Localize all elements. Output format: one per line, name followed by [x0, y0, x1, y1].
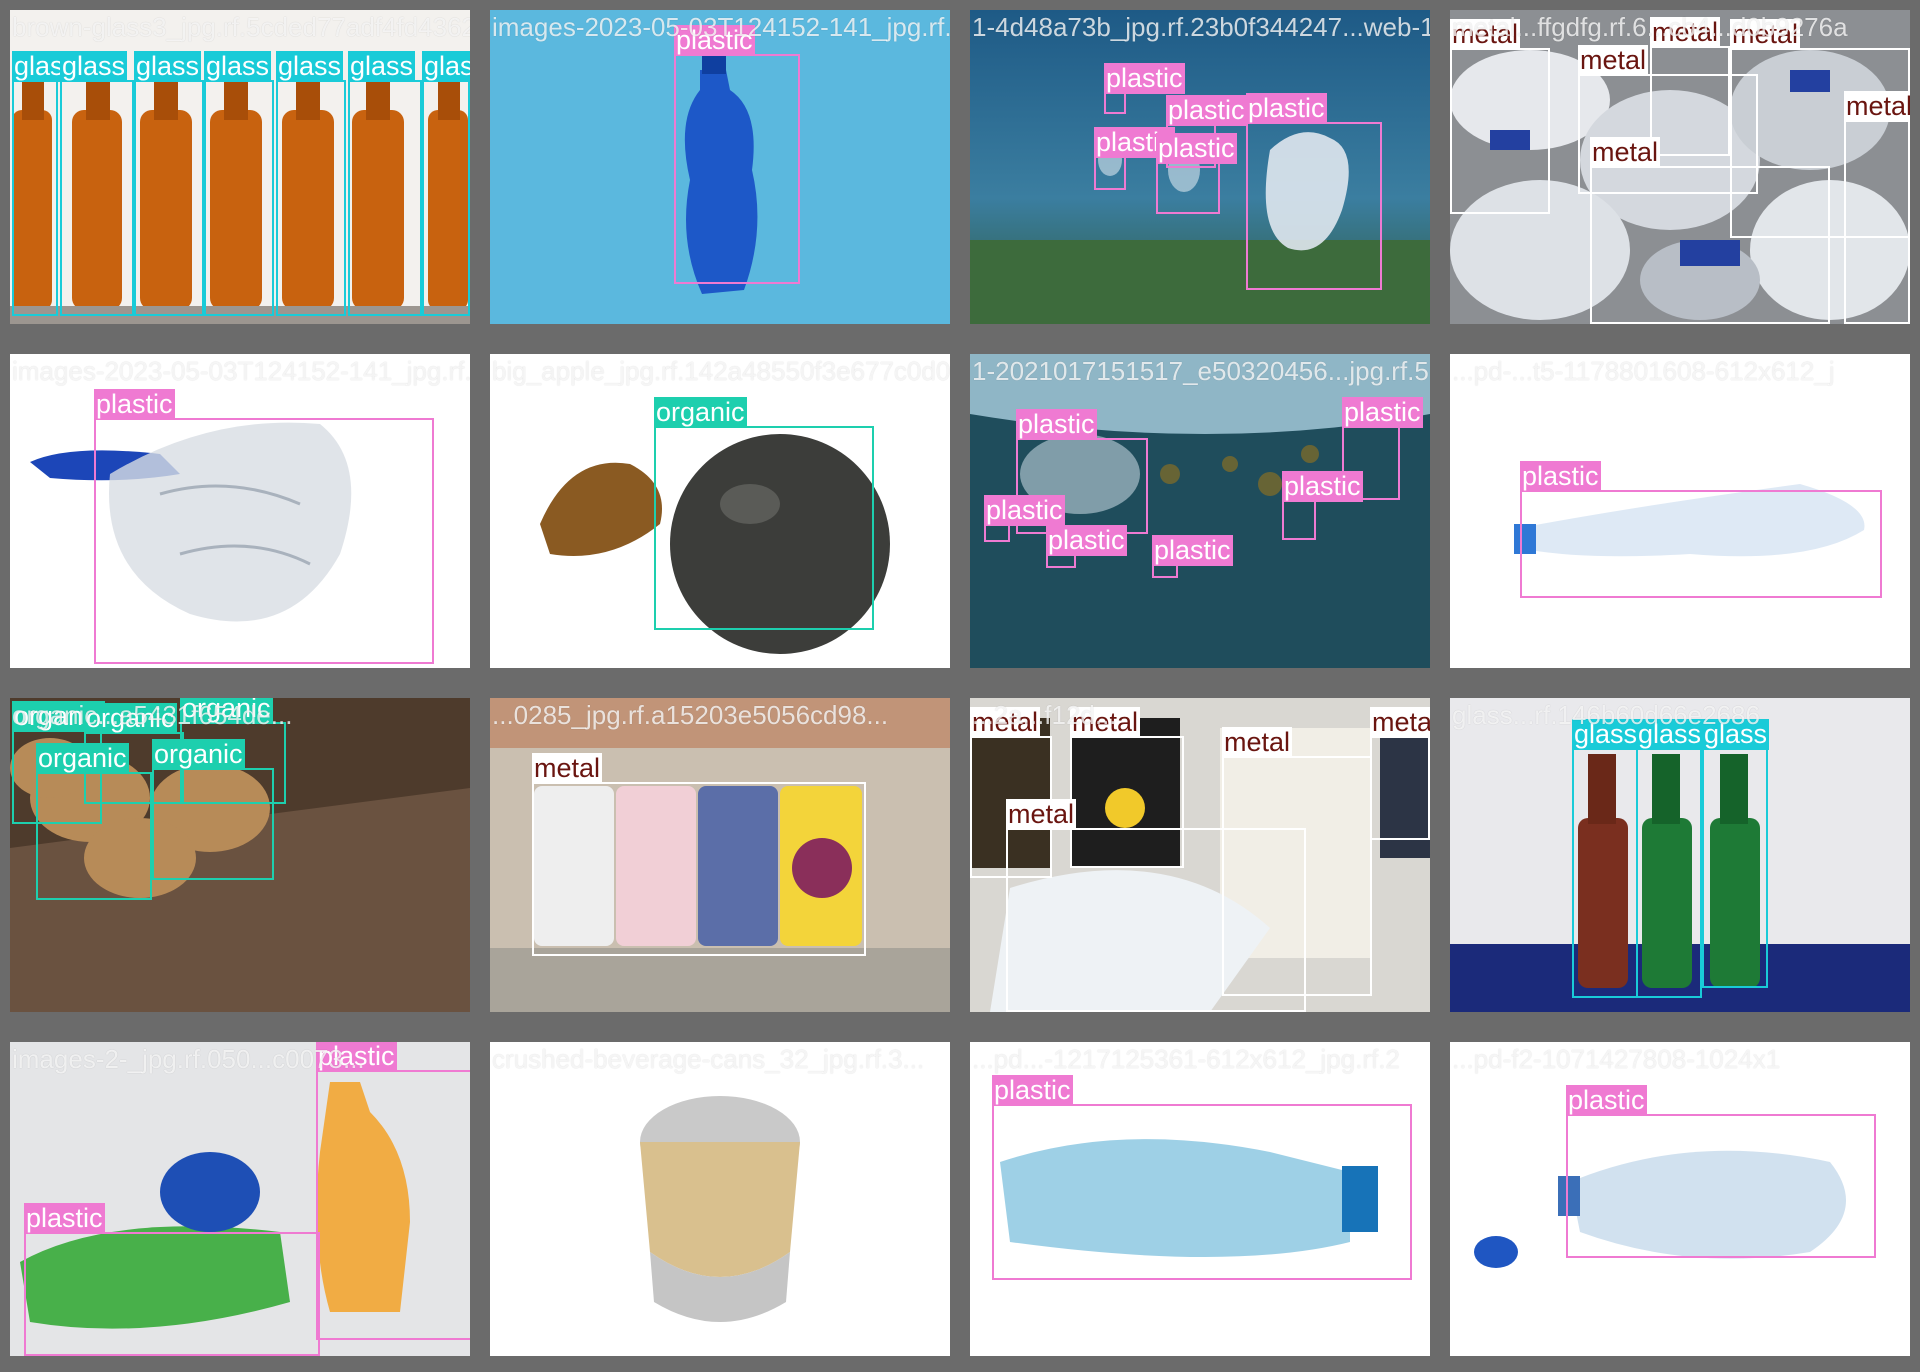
detection-label: plastic [1156, 133, 1237, 164]
tile-filename: crushed-beverage-cans_32_jpg.rf.3... [492, 1044, 925, 1074]
tile-filename: images-2023-05-03T124152-141_jpg.rf.6... [12, 356, 470, 386]
tile-filename: big_apple_jpg.rf.142a48550f3e677c0d0 [492, 356, 950, 386]
tile-filename: organic...a5431f654de... [12, 700, 293, 730]
tile-filename: ...pd-f2-1071427808-1024x1 [1452, 1044, 1781, 1074]
detection-label: metal [1590, 137, 1661, 168]
detection-box[interactable]: plastic [94, 389, 434, 664]
detection-box[interactable]: plastic [1046, 525, 1127, 568]
detection-label: plastic [1152, 535, 1233, 566]
detection-label: plastic [1566, 1085, 1647, 1116]
detection-label: plastic [94, 389, 175, 420]
tile-filename: images-2023-05-03T124152-141_jpg.rf.ac5f… [492, 12, 950, 42]
detection-box[interactable]: plastic [1520, 461, 1882, 598]
image-tile-10[interactable]: ...0285_jpg.rf.a15203e5056cd98... metal [490, 698, 950, 1012]
image-tile-7[interactable]: 1-2021017151517_e50320456...jpg.rf.5 pla… [970, 354, 1430, 668]
tile-filename: ...2a...f12d... [972, 700, 1117, 730]
image-tile-15[interactable]: ...pd...-1217125361-612x612_jpg.rf.2 pla… [970, 1042, 1430, 1356]
detection-box[interactable]: glass [204, 51, 274, 316]
tile-filename: brown-glass3_jpg.rf.5cded77adf4fd4362937 [12, 12, 470, 42]
image-tile-2[interactable]: images-2023-05-03T124152-141_jpg.rf.ac5f… [490, 10, 950, 324]
image-tile-12[interactable]: glass...rf.146b60d66e2686 glass glass gl… [1450, 698, 1910, 1012]
detection-label: plastic [1016, 409, 1097, 440]
detection-label: plastic [24, 1203, 105, 1234]
detection-label: plastic [1520, 461, 1601, 492]
detection-box[interactable]: metal [1844, 91, 1910, 324]
detection-box[interactable]: plastic [984, 495, 1065, 542]
detection-label: metal [1578, 45, 1649, 76]
detection-label: plastic [1104, 63, 1185, 94]
detection-label: plastic [1342, 397, 1423, 428]
detection-label: plastic [992, 1075, 1073, 1106]
detection-box[interactable]: glass [60, 51, 134, 316]
detection-box[interactable]: glass [12, 51, 80, 316]
detection-label: metal [532, 753, 603, 784]
detection-box[interactable]: organic [654, 397, 874, 630]
detection-box[interactable]: glass [1572, 719, 1640, 998]
detection-label: plastic [984, 495, 1065, 526]
image-tile-14[interactable]: crushed-beverage-cans_32_jpg.rf.3... [490, 1042, 950, 1356]
detection-box[interactable]: metal [1006, 799, 1306, 1012]
tile-filename: images-2-_jpg.rf.050...c0073... [12, 1044, 365, 1074]
detection-label: plastic [1166, 95, 1247, 126]
detection-label: organic [152, 739, 245, 770]
detection-label: plastic [1046, 525, 1127, 556]
detection-box[interactable]: plastic [1282, 471, 1363, 540]
image-tile-6[interactable]: big_apple_jpg.rf.142a48550f3e677c0d0 org… [490, 354, 950, 668]
detection-label: plastic [1246, 93, 1327, 124]
detection-label: glass [422, 51, 470, 82]
detection-box[interactable]: metal [532, 753, 866, 956]
detection-label: glass [60, 51, 128, 82]
tile-filename: 1-2021017151517_e50320456...jpg.rf.5 [972, 356, 1429, 386]
detection-box[interactable]: metal [1590, 137, 1830, 324]
tile-filename: metal...ffgdfg.rf.6...cb4...d0b9276a [1452, 12, 1848, 42]
detection-box[interactable]: plastic [1156, 133, 1237, 214]
detection-label: organic [654, 397, 747, 428]
detection-box[interactable]: plastic [24, 1203, 320, 1356]
detection-box[interactable]: plastic [1566, 1085, 1876, 1258]
detection-box[interactable]: plastic [992, 1075, 1412, 1280]
detection-box[interactable]: glass [348, 51, 422, 316]
detection-box[interactable]: organic [152, 739, 274, 880]
crushed-can-image [490, 1042, 950, 1356]
detection-box[interactable]: plastic [1246, 93, 1382, 290]
tile-filename: ...pd...-1217125361-612x612_jpg.rf.2 [972, 1044, 1400, 1074]
image-tile-13[interactable]: images-2-_jpg.rf.050...c0073... plastic … [10, 1042, 470, 1356]
detection-box[interactable]: glass [1702, 719, 1770, 988]
detection-label: glass [204, 51, 272, 82]
detection-box[interactable]: plastic [1104, 63, 1185, 114]
detection-box[interactable]: metal [1450, 19, 1550, 214]
detection-label: glass [276, 51, 344, 82]
detection-box[interactable]: plastic [1094, 127, 1175, 190]
detection-box[interactable]: glass [276, 51, 346, 316]
detection-label: metal [1222, 727, 1293, 758]
detection-box[interactable]: plastic [1152, 535, 1233, 578]
detection-box[interactable]: plastic [674, 25, 800, 284]
detection-label: organic [36, 743, 129, 774]
image-tile-9[interactable]: organic...a5431f654de... organic organic… [10, 698, 470, 1012]
image-tile-1[interactable]: brown-glass3_jpg.rf.5cded77adf4fd4362937… [10, 10, 470, 324]
detection-label: metal [1844, 91, 1910, 122]
image-tile-4[interactable]: metal...ffgdfg.rf.6...cb4...d0b9276a met… [1450, 10, 1910, 324]
detection-box[interactable]: plastic [316, 1042, 470, 1340]
detection-label: glass [348, 51, 416, 82]
image-tile-11[interactable]: ...2a...f12d... metal metal metal metal … [970, 698, 1430, 1012]
image-tile-16[interactable]: ...pd-f2-1071427808-1024x1 plastic [1450, 1042, 1910, 1356]
detection-box[interactable]: organic [36, 743, 152, 900]
detection-box[interactable]: glass [134, 51, 204, 316]
detection-box[interactable]: metal [1370, 707, 1430, 840]
image-tile-3[interactable]: 1-4d48a73b_jpg.rf.23b0f344247...web-1-_j… [970, 10, 1430, 324]
tile-filename: ...0285_jpg.rf.a15203e5056cd98... [492, 700, 889, 730]
tile-filename: glass...rf.146b60d66e2686 [1452, 700, 1760, 730]
detection-label: glass [134, 51, 202, 82]
detection-box[interactable]: glass [1636, 719, 1704, 998]
image-tile-5[interactable]: images-2023-05-03T124152-141_jpg.rf.6...… [10, 354, 470, 668]
detection-box[interactable]: glass [422, 51, 470, 316]
tile-filename: 1-4d48a73b_jpg.rf.23b0f344247...web-1-_j… [972, 12, 1430, 42]
detection-label: metal [1006, 799, 1077, 830]
tile-filename: ...pd-...t5-1178801608-612x612_j [1452, 356, 1835, 386]
detection-label: plastic [1282, 471, 1363, 502]
image-tile-8[interactable]: ...pd-...t5-1178801608-612x612_j plastic [1450, 354, 1910, 668]
detection-box[interactable]: metal [1650, 17, 1730, 156]
